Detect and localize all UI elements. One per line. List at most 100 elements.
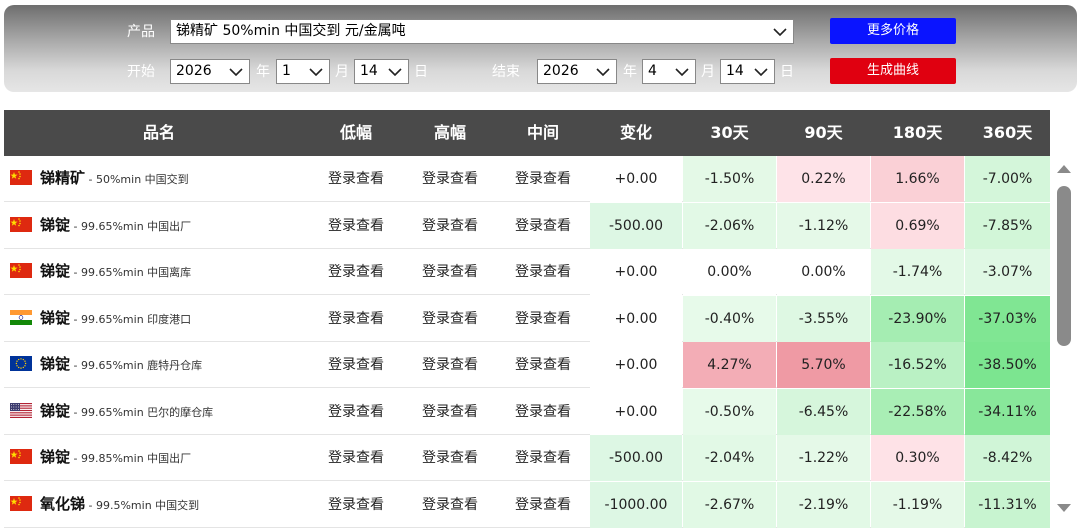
start-day-select[interactable]: 14 (354, 59, 409, 84)
china-flag-icon (10, 216, 32, 232)
mid-cell[interactable]: 登录查看 (497, 342, 589, 388)
start-month-select[interactable]: 1 (276, 59, 330, 84)
product-name: 锑锭 - 99.65%min 印度港口 (40, 296, 191, 342)
d90-cell: -1.22% (777, 435, 870, 481)
generate-curve-button[interactable]: 生成曲线 (830, 58, 956, 84)
high-cell[interactable]: 登录查看 (404, 482, 496, 528)
mid-cell[interactable]: 登录查看 (497, 156, 589, 202)
low-cell[interactable]: 登录查看 (310, 435, 402, 481)
mid-cell[interactable]: 登录查看 (497, 389, 589, 435)
end-day-value: 14 (726, 63, 744, 79)
mid-cell[interactable]: 登录查看 (497, 435, 589, 481)
table-row[interactable]: 氧化锑 - 99.5%min 中国交到 登录查看 登录查看 登录查看 -1000.00-… (4, 481, 1050, 528)
product-name-text: 锑锭 (40, 262, 71, 280)
product-name-text: 锑锭 (40, 308, 71, 327)
scroll-up-arrow-icon[interactable] (1057, 165, 1071, 173)
end-month-value: 4 (648, 63, 657, 79)
product-name-cell[interactable]: 锑锭 - 99.65%min 中国离库 (4, 249, 314, 295)
low-cell[interactable]: 登录查看 (310, 389, 402, 435)
table-row[interactable]: 锑锭 - 99.65%min 中国出厂 登录查看 登录查看 登录查看 -500.00 -2… (4, 202, 1050, 249)
end-year-select[interactable]: 2026 (537, 59, 617, 84)
d180-cell: 0.30% (871, 435, 964, 481)
d360-cell: -11.31% (965, 481, 1050, 528)
high-cell[interactable]: 登录查看 (404, 342, 496, 388)
header-name: 品名 (142, 123, 175, 142)
product-name-cell[interactable]: 锑锭 - 99.65%min 鹿特丹仓库 (4, 342, 314, 388)
high-cell[interactable]: 登录查看 (404, 249, 496, 295)
name-separator: - (70, 219, 81, 233)
d90-cell: -2.19% (777, 481, 870, 528)
end-label: 结束 (492, 64, 520, 80)
china-flag-icon (10, 170, 32, 185)
header-change: 变化 (619, 123, 652, 142)
scrollbar-thumb[interactable] (1057, 186, 1071, 346)
table-row[interactable]: 锑精矿 - 50%min 中国交到 登录查看 登录查看 登录查看 +0.00 -1.50%… (4, 156, 1050, 202)
product-name-text: 锑锭 (40, 355, 71, 373)
low-cell[interactable]: 登录查看 (310, 156, 402, 202)
scroll-down-arrow-icon[interactable] (1057, 504, 1071, 512)
chevron-down-icon (596, 68, 610, 76)
header-90d: 90天 (804, 123, 843, 142)
end-month-unit: 月 (701, 64, 715, 80)
mid-cell[interactable]: 登录查看 (497, 203, 589, 249)
table-row[interactable]: 锑锭 - 99.65%min 中国离库 登录查看 登录查看 登录查看 +0.00 0.00… (4, 249, 1050, 295)
d180-cell: -23.90% (871, 295, 964, 342)
low-cell[interactable]: 登录查看 (310, 203, 402, 249)
china-flag-icon (10, 263, 32, 278)
product-spec: 99.65%min 印度港口 (80, 312, 192, 326)
table-row[interactable]: 锑锭 - 99.65%min 鹿特丹仓库 登录查看 登录查看 登录查看 +0.00 4.2… (4, 342, 1050, 388)
product-spec: 99.65%min 鹿特丹仓库 (80, 359, 203, 372)
product-select-value: 锑精矿 50%min 中国交到 元/金属吨 (176, 23, 406, 39)
high-cell[interactable]: 登录查看 (404, 156, 496, 202)
d180-cell: -1.74% (871, 249, 964, 295)
product-name-cell[interactable]: 锑锭 - 99.65%min 中国出厂 (4, 203, 314, 249)
table-row[interactable]: 锑锭 - 99.65%min 巴尔的摩仓库 登录查看 登录查看 登录查看 +0.00 -0… (4, 388, 1050, 435)
high-cell[interactable]: 登录查看 (404, 296, 496, 342)
d180-cell: -1.19% (871, 481, 964, 528)
china-flag-icon (10, 495, 32, 511)
mid-cell[interactable]: 登录查看 (497, 482, 589, 528)
change-cell: +0.00 (590, 342, 682, 388)
high-cell[interactable]: 登录查看 (404, 203, 496, 249)
product-select[interactable]: 锑精矿 50%min 中国交到 元/金属吨 (170, 19, 794, 44)
mid-cell[interactable]: 登录查看 (497, 249, 589, 295)
chevron-down-icon (388, 68, 402, 76)
end-month-select[interactable]: 4 (642, 59, 696, 84)
product-name-text: 锑精矿 (40, 169, 86, 187)
product-name-cell[interactable]: 锑精矿 - 50%min 中国交到 (4, 156, 314, 202)
product-name-text: 锑锭 (40, 448, 71, 466)
high-cell[interactable]: 登录查看 (404, 435, 496, 481)
d90-cell: -1.12% (777, 202, 870, 249)
more-prices-button[interactable]: 更多价格 (830, 18, 956, 44)
mid-cell[interactable]: 登录查看 (497, 296, 589, 342)
d30-cell: -2.06% (683, 202, 776, 249)
low-cell[interactable]: 登录查看 (310, 482, 402, 528)
high-cell[interactable]: 登录查看 (404, 389, 496, 435)
start-year-select[interactable]: 2026 (170, 59, 250, 84)
end-day-unit: 日 (780, 64, 794, 80)
product-name-cell[interactable]: 锑锭 - 99.85%min 中国出厂 (4, 435, 314, 481)
d180-cell: -22.58% (871, 388, 964, 435)
scrollbar[interactable] (1053, 156, 1075, 526)
product-name-cell[interactable]: 锑锭 - 99.65%min 印度港口 (4, 296, 314, 342)
d90-cell: 5.70% (777, 342, 870, 388)
d30-cell: -2.04% (683, 435, 776, 481)
table-row[interactable]: 锑锭 - 99.85%min 中国出厂 登录查看 登录查看 登录查看 -500.00 -2… (4, 435, 1050, 481)
change-cell: -500.00 (590, 202, 682, 249)
end-day-select[interactable]: 14 (720, 59, 775, 84)
low-cell[interactable]: 登录查看 (310, 342, 402, 388)
low-cell[interactable]: 登录查看 (310, 249, 402, 295)
table-row[interactable]: 锑锭 - 99.65%min 印度港口 登录查看 登录查看 登录查看 +0.00 -0.4… (4, 295, 1050, 342)
d180-cell: 1.66% (871, 156, 964, 202)
change-cell: -1000.00 (590, 481, 682, 528)
product-spec: 99.65%min 中国离库 (80, 266, 192, 279)
name-separator: - (70, 266, 81, 279)
change-cell: -500.00 (590, 435, 682, 481)
low-cell[interactable]: 登录查看 (310, 296, 402, 342)
start-label: 开始 (127, 64, 155, 80)
start-day-value: 14 (360, 63, 378, 79)
product-name-cell[interactable]: 氧化锑 - 99.5%min 中国交到 (4, 482, 314, 528)
name-separator: - (70, 312, 81, 326)
product-name-text: 氧化锑 (40, 494, 86, 513)
product-name-cell[interactable]: 锑锭 - 99.65%min 巴尔的摩仓库 (4, 389, 314, 435)
